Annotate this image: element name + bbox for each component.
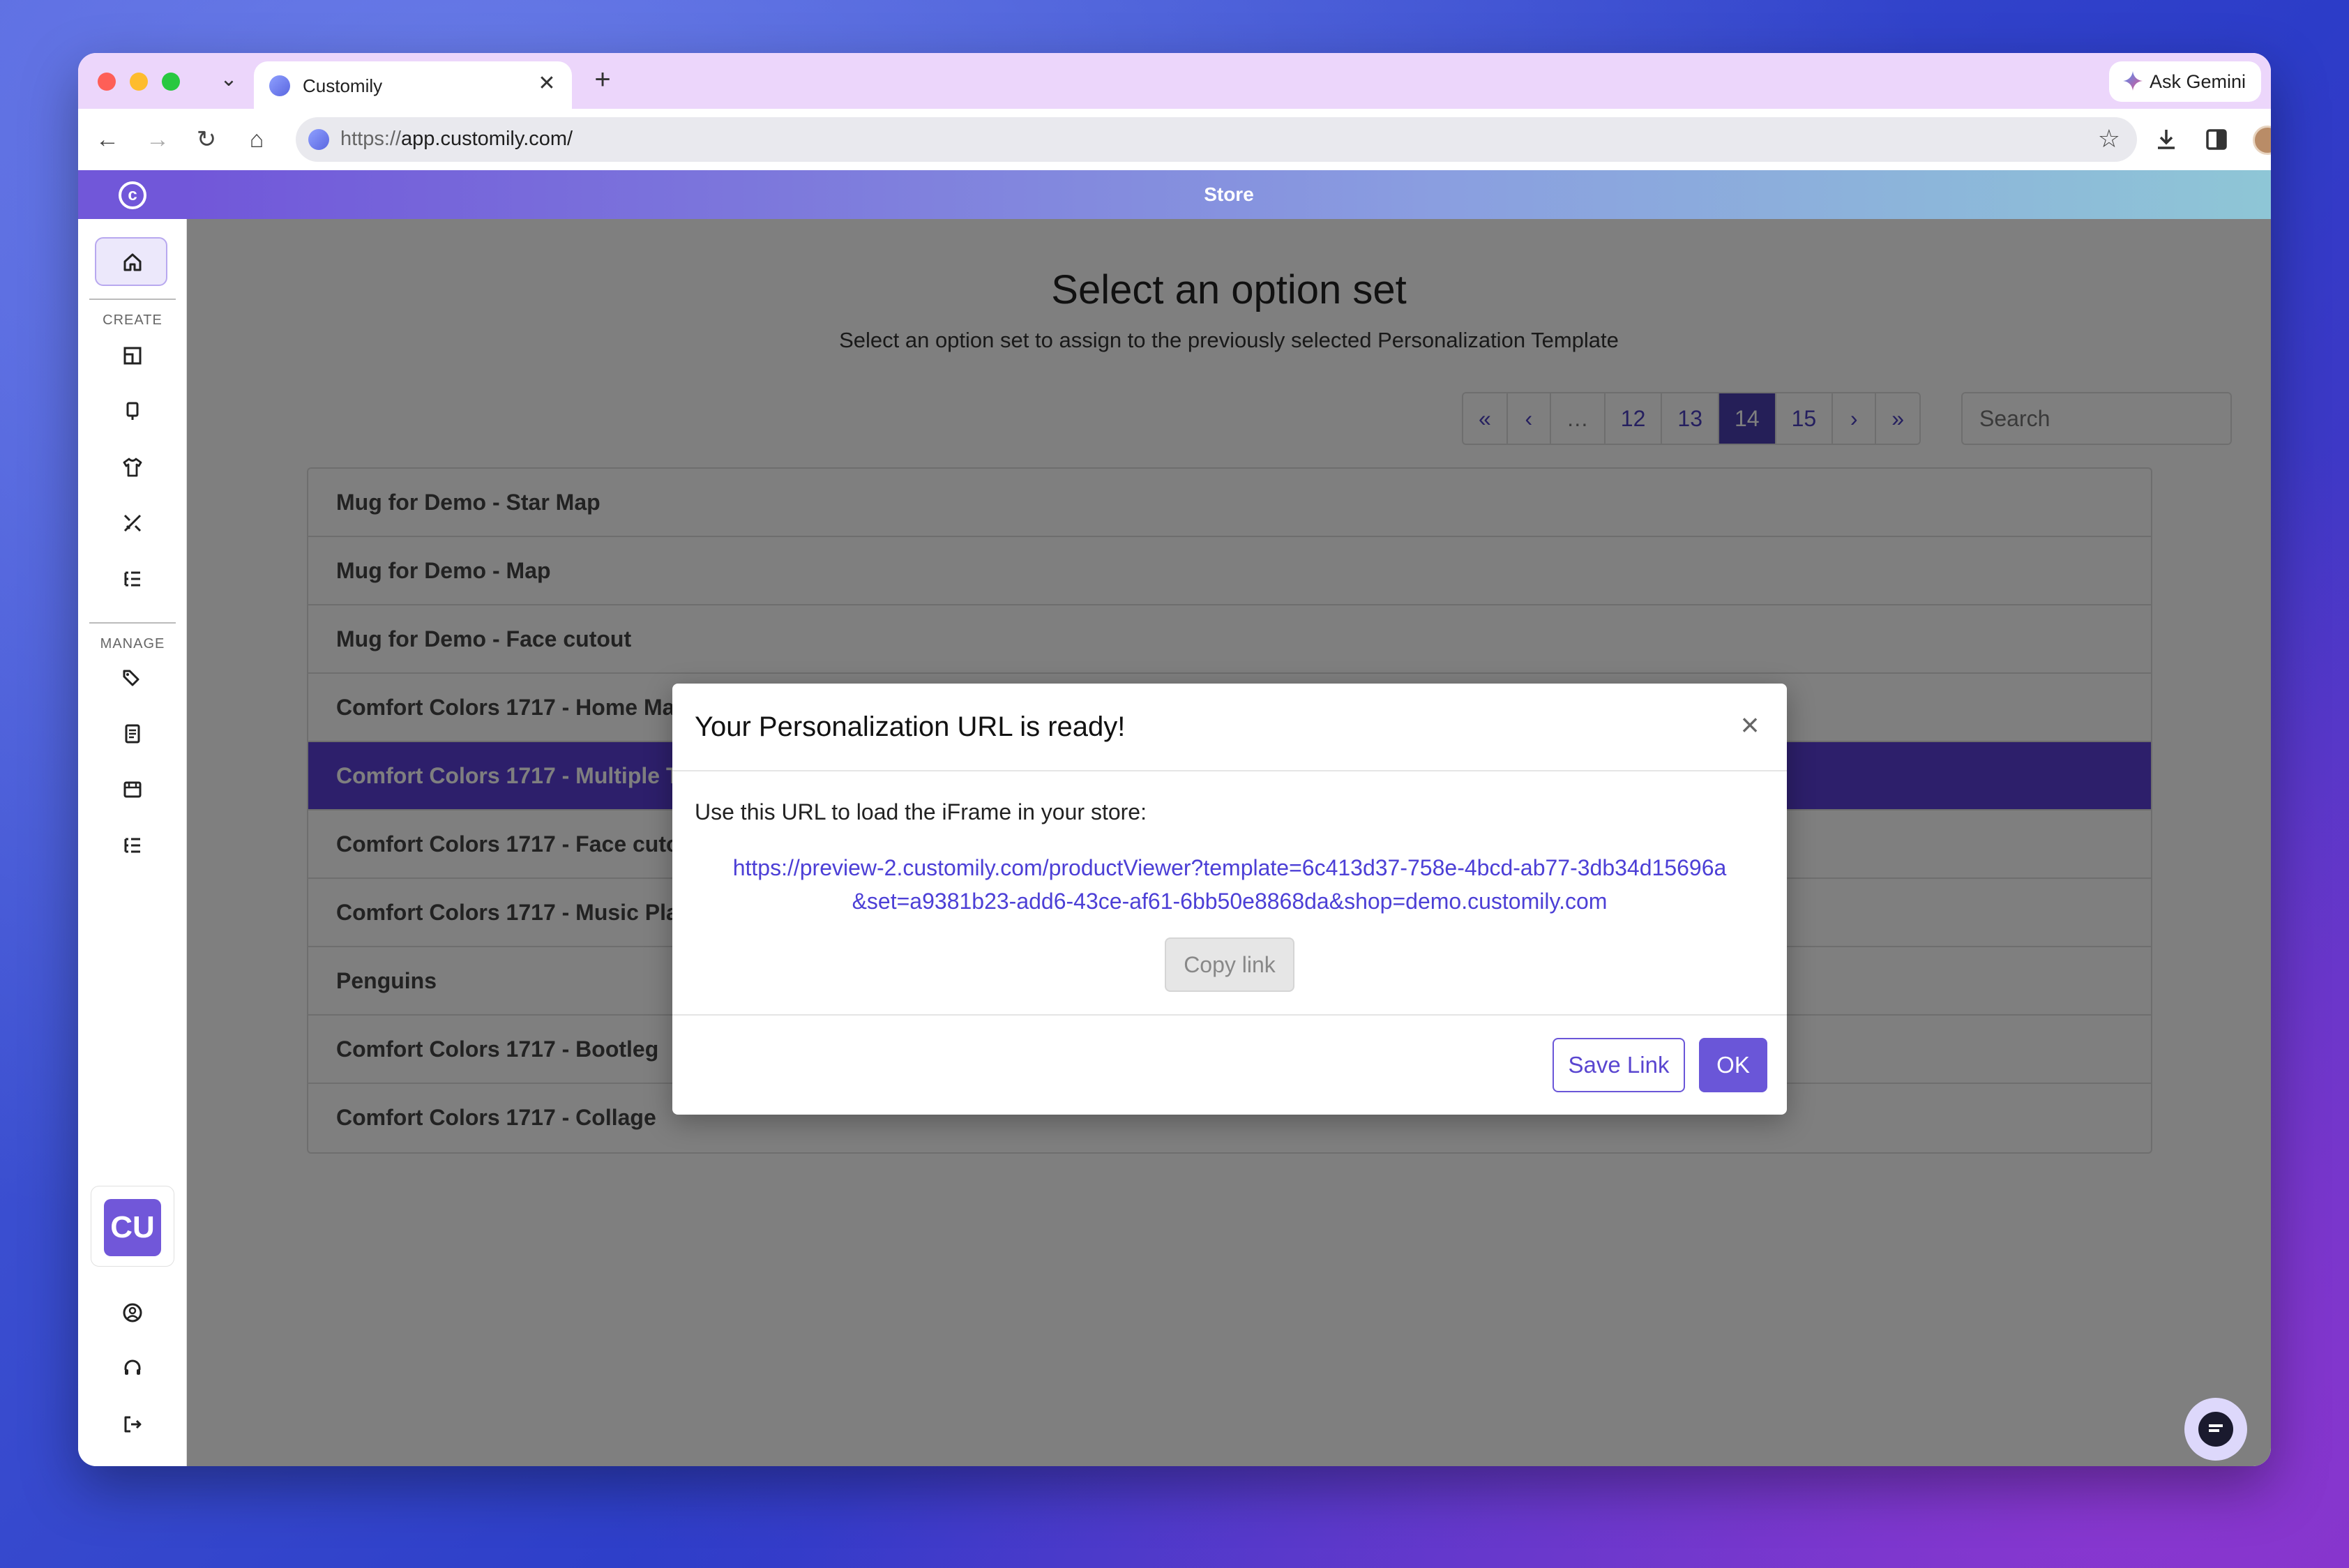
sidebar-item-account[interactable] [114,1295,151,1331]
favicon-icon [269,75,290,96]
tags-icon [123,670,139,686]
modal-message: Use this URL to load the iFrame in your … [695,799,1147,824]
sidebar-item-support[interactable] [114,1350,151,1387]
template-icon [123,347,142,365]
tab-search-icon[interactable]: ⌄ [215,66,243,93]
profile-avatar[interactable] [2253,126,2271,155]
ask-gemini-button[interactable]: Ask Gemini [2108,61,2261,102]
site-info-icon[interactable] [308,129,329,150]
personalization-url-modal: Your Personalization URL is ready! × Use… [672,684,1787,1115]
sidebar-item-apparel[interactable] [114,449,151,485]
browser-toolbar: ← → ↻ ⌂ https://app.customily.com/ ☆ ⋮ [78,109,2271,170]
maximize-window-button[interactable] [162,73,180,91]
reload-icon[interactable]: ↻ [190,123,223,156]
new-tab-icon[interactable]: + [587,66,618,96]
forward-icon[interactable]: → [141,123,174,156]
minimize-window-button[interactable] [130,73,148,91]
sidebar-item-design-tools[interactable] [114,505,151,541]
create-section-label: CREATE [103,312,163,328]
mug-icon [126,402,139,420]
bookmark-star-icon[interactable]: ☆ [2098,124,2120,153]
design-tools-icon [123,514,142,532]
sidebar-item-products[interactable] [114,393,151,430]
sidebar: c CREATE MANAGE CU [78,170,187,1466]
sidebar-divider [89,622,176,624]
copy-link-button[interactable]: Copy link [1165,937,1294,992]
sidebar-logo-bar: c [78,170,187,219]
back-icon[interactable]: ← [91,123,124,156]
home-icon[interactable]: ⌂ [240,123,273,156]
home-button[interactable] [95,237,167,286]
close-icon[interactable]: × [1732,707,1767,742]
sidebar-item-logout[interactable] [114,1406,151,1442]
list-tree-icon [124,571,140,587]
sidebar-item-store[interactable] [114,771,151,808]
tab-close-icon[interactable]: ✕ [534,71,559,96]
url-text: https://app.customily.com/ [340,128,573,150]
gemini-sparkle-icon [2122,71,2143,91]
personalization-url-link[interactable]: https://preview-2.customily.com/productV… [728,851,1731,918]
close-window-button[interactable] [98,73,116,91]
sidebar-item-option-sets[interactable] [114,561,151,597]
modal-header: Your Personalization URL is ready! × [672,684,1787,771]
sidebar-item-manage-list[interactable] [114,827,151,864]
modal-title: Your Personalization URL is ready! [695,711,1126,742]
save-link-button[interactable]: Save Link [1553,1038,1685,1092]
user-circle-icon [123,1303,142,1322]
sidebar-item-orders[interactable] [114,716,151,752]
ask-gemini-label: Ask Gemini [2149,71,2246,92]
chat-bubble-icon [2198,1412,2233,1447]
address-bar[interactable]: https://app.customily.com/ ☆ [296,117,2137,162]
ok-button[interactable]: OK [1699,1038,1767,1092]
logout-icon [124,1416,142,1433]
list-tree-icon [124,838,140,853]
document-icon [125,724,140,744]
tab-customily[interactable]: Customily ✕ [254,61,572,109]
browser-window: ⌄ Customily ✕ + Ask Gemini ← → ↻ ⌂ https… [78,53,2271,1466]
sidebar-item-templates[interactable] [114,338,151,374]
chat-widget-button[interactable] [2184,1398,2247,1461]
user-initials-avatar: CU [104,1199,161,1256]
headset-icon [124,1359,141,1375]
page-header: Store [187,170,2271,219]
tab-strip: ⌄ Customily ✕ + Ask Gemini [78,53,2271,109]
store-icon [123,781,142,798]
house-icon [123,253,142,271]
sidebar-divider [89,299,176,300]
modal-footer: Save Link OK [672,1014,1787,1115]
app-container: c CREATE MANAGE CU Store Search Your Per… [78,170,2271,1466]
tshirt-icon [123,458,142,477]
customily-logo-icon[interactable]: c [119,181,146,209]
tab-title: Customily [303,75,383,96]
sidebar-item-tags[interactable] [114,660,151,696]
user-card[interactable]: CU [91,1186,174,1267]
side-panel-icon[interactable] [2204,127,2229,152]
downloads-icon[interactable] [2154,127,2179,152]
manage-section-label: MANAGE [100,636,165,651]
